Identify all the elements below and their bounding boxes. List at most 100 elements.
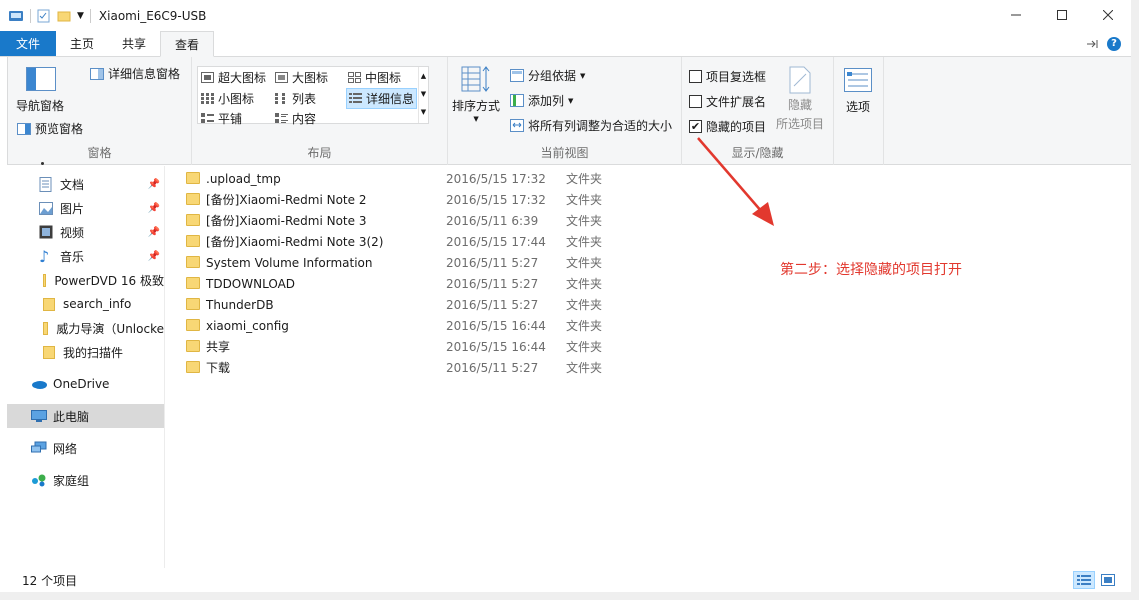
close-icon	[1103, 10, 1113, 20]
fit-columns-button[interactable]: 将所有列调整为合适的大小	[510, 117, 672, 134]
nav-item-pictures[interactable]: 图片 📌	[7, 196, 164, 220]
tab-home[interactable]: 主页	[56, 31, 108, 56]
file-extensions-checkbox[interactable]	[689, 95, 702, 108]
folder-icon	[186, 298, 200, 310]
pin-icon[interactable]: 📌	[148, 179, 160, 190]
nav-item-search-info[interactable]: search_info	[7, 292, 164, 316]
sort-icon	[461, 66, 490, 92]
chevron-down-icon: ▼	[473, 115, 479, 123]
minimize-button[interactable]	[993, 0, 1039, 30]
scroll-up-icon[interactable]: ▲	[419, 67, 428, 85]
details-pane-label: 详细信息窗格	[108, 67, 181, 81]
content-icon	[275, 113, 288, 123]
nav-item-documents[interactable]: 文档 📌	[7, 172, 164, 196]
tab-view[interactable]: 查看	[160, 31, 215, 57]
layout-group: 超大图标 大图标 中图标 小图标 列表 详细信息 平铺 内容 ▲ ▼ ▼ 布局	[192, 57, 448, 165]
nav-item-videos[interactable]: 视频 📌	[7, 220, 164, 244]
close-button[interactable]	[1085, 0, 1131, 30]
medium-icons-icon	[348, 72, 361, 83]
nav-item-music[interactable]: ♪ 音乐 📌	[7, 244, 164, 268]
nav-item-this-pc[interactable]: 此电脑	[7, 404, 164, 428]
navigation-pane: 文档 📌 图片 📌 视频 📌 ♪ 音乐 📌 PowerDVD 16 极致 search_…	[7, 162, 165, 568]
large-icons-view-icon	[1101, 574, 1115, 586]
nav-item-powerdvd[interactable]: PowerDVD 16 极致	[7, 268, 164, 292]
details-pane-icon	[90, 67, 104, 80]
nav-item-network[interactable]: 网络	[7, 436, 164, 460]
tiles-icon	[201, 113, 214, 123]
quick-access-toolbar: ▼	[0, 8, 91, 24]
large-icons-icon	[275, 72, 288, 83]
item-checkboxes-checkbox[interactable]	[689, 70, 702, 83]
chevron-down-icon: ▼	[568, 96, 574, 105]
help-icon[interactable]: ?	[1107, 36, 1121, 51]
pin-icon[interactable]: 📌	[148, 251, 160, 262]
group-by-button[interactable]: 分组依据 ▼	[510, 67, 585, 84]
options-group: 选项	[834, 57, 884, 165]
music-icon: ♪	[39, 246, 50, 266]
layout-large-icons[interactable]: 大图标	[275, 69, 328, 86]
current-view-group-label: 当前视图	[540, 146, 589, 160]
item-checkboxes-toggle[interactable]: 项目复选框	[689, 68, 766, 85]
file-extensions-toggle[interactable]: 文件扩展名	[689, 93, 766, 110]
folder-icon	[186, 172, 200, 184]
folder-icon	[186, 277, 200, 289]
expand-gallery-icon[interactable]: ▼	[419, 103, 428, 121]
ribbon: 导航窗格 预览窗格 详细信息窗格 窗格 超大图标 大图标 中图标 小图标 列表 …	[7, 57, 1131, 165]
add-column-button[interactable]: 添加列 ▼	[510, 92, 573, 109]
folder-icon	[43, 321, 49, 335]
layout-small-icons[interactable]: 小图标	[201, 90, 254, 107]
minimize-icon	[1011, 14, 1021, 16]
nav-item-powerdirector[interactable]: 威力导演（Unlocke	[7, 316, 164, 340]
sort-by-button[interactable]: 排序方式 ▼	[452, 65, 500, 123]
layout-extra-large-icons[interactable]: 超大图标	[201, 69, 266, 86]
details-pane-button[interactable]: 详细信息窗格	[90, 65, 180, 82]
properties-icon[interactable]	[37, 9, 51, 23]
large-icons-view-button[interactable]	[1097, 571, 1119, 589]
pin-ribbon-icon[interactable]	[1087, 39, 1099, 49]
folder-icon	[43, 297, 55, 311]
options-icon	[844, 68, 872, 92]
layout-details[interactable]: 详细信息	[346, 88, 418, 109]
ribbon-tabs: 文件 主页 共享 查看 ?	[0, 31, 1131, 57]
layout-list[interactable]: 列表	[275, 90, 316, 107]
pin-icon[interactable]: 📌	[148, 227, 160, 238]
details-view-icon	[1077, 575, 1091, 585]
details-view-button[interactable]	[1073, 571, 1095, 589]
hide-selected-button[interactable]: 隐藏 所选项目	[776, 66, 824, 132]
chevron-down-icon[interactable]: ▼	[77, 11, 84, 21]
pane-group: 导航窗格 预览窗格 详细信息窗格 窗格	[8, 57, 192, 165]
preview-pane-button[interactable]: 预览窗格	[17, 120, 83, 137]
pictures-icon	[39, 201, 53, 215]
scroll-down-icon[interactable]: ▼	[419, 85, 428, 103]
folder-icon	[43, 345, 55, 359]
item-count: 12 个项目	[22, 573, 78, 588]
list-icon	[275, 93, 285, 104]
preview-pane-label: 预览窗格	[35, 122, 84, 136]
layout-content[interactable]: 内容	[275, 110, 316, 127]
layout-tiles[interactable]: 平铺	[201, 110, 242, 127]
layout-gallery: 超大图标 大图标 中图标 小图标 列表 详细信息 平铺 内容 ▲ ▼ ▼	[197, 66, 429, 127]
annotation-text: 第二步：选择隐藏的项目打开	[780, 262, 962, 278]
layout-gallery-scroll[interactable]: ▲ ▼ ▼	[418, 67, 428, 123]
new-folder-icon[interactable]	[57, 9, 71, 23]
network-icon	[31, 441, 47, 453]
options-button[interactable]: 选项	[844, 68, 872, 115]
nav-item-onedrive[interactable]: OneDrive	[7, 372, 164, 396]
folder-icon	[186, 361, 200, 373]
maximize-button[interactable]	[1039, 0, 1085, 30]
tab-file[interactable]: 文件	[0, 31, 57, 56]
extra-large-icons-icon	[201, 72, 214, 83]
drive-icon[interactable]	[8, 8, 24, 24]
nav-item-homegroup[interactable]: 家庭组	[7, 468, 164, 492]
tab-share[interactable]: 共享	[108, 31, 160, 56]
homegroup-icon	[32, 474, 46, 487]
layout-medium-icons[interactable]: 中图标	[348, 69, 401, 86]
videos-icon	[39, 225, 53, 239]
pin-icon[interactable]: 📌	[148, 203, 160, 214]
preview-pane-icon	[17, 122, 31, 135]
nav-item-scans[interactable]: 我的扫描件	[7, 340, 164, 364]
folder-icon	[186, 214, 200, 226]
folder-icon	[186, 256, 200, 268]
folder-icon	[43, 273, 47, 287]
nav-pane-button[interactable]: 导航窗格	[16, 67, 64, 114]
